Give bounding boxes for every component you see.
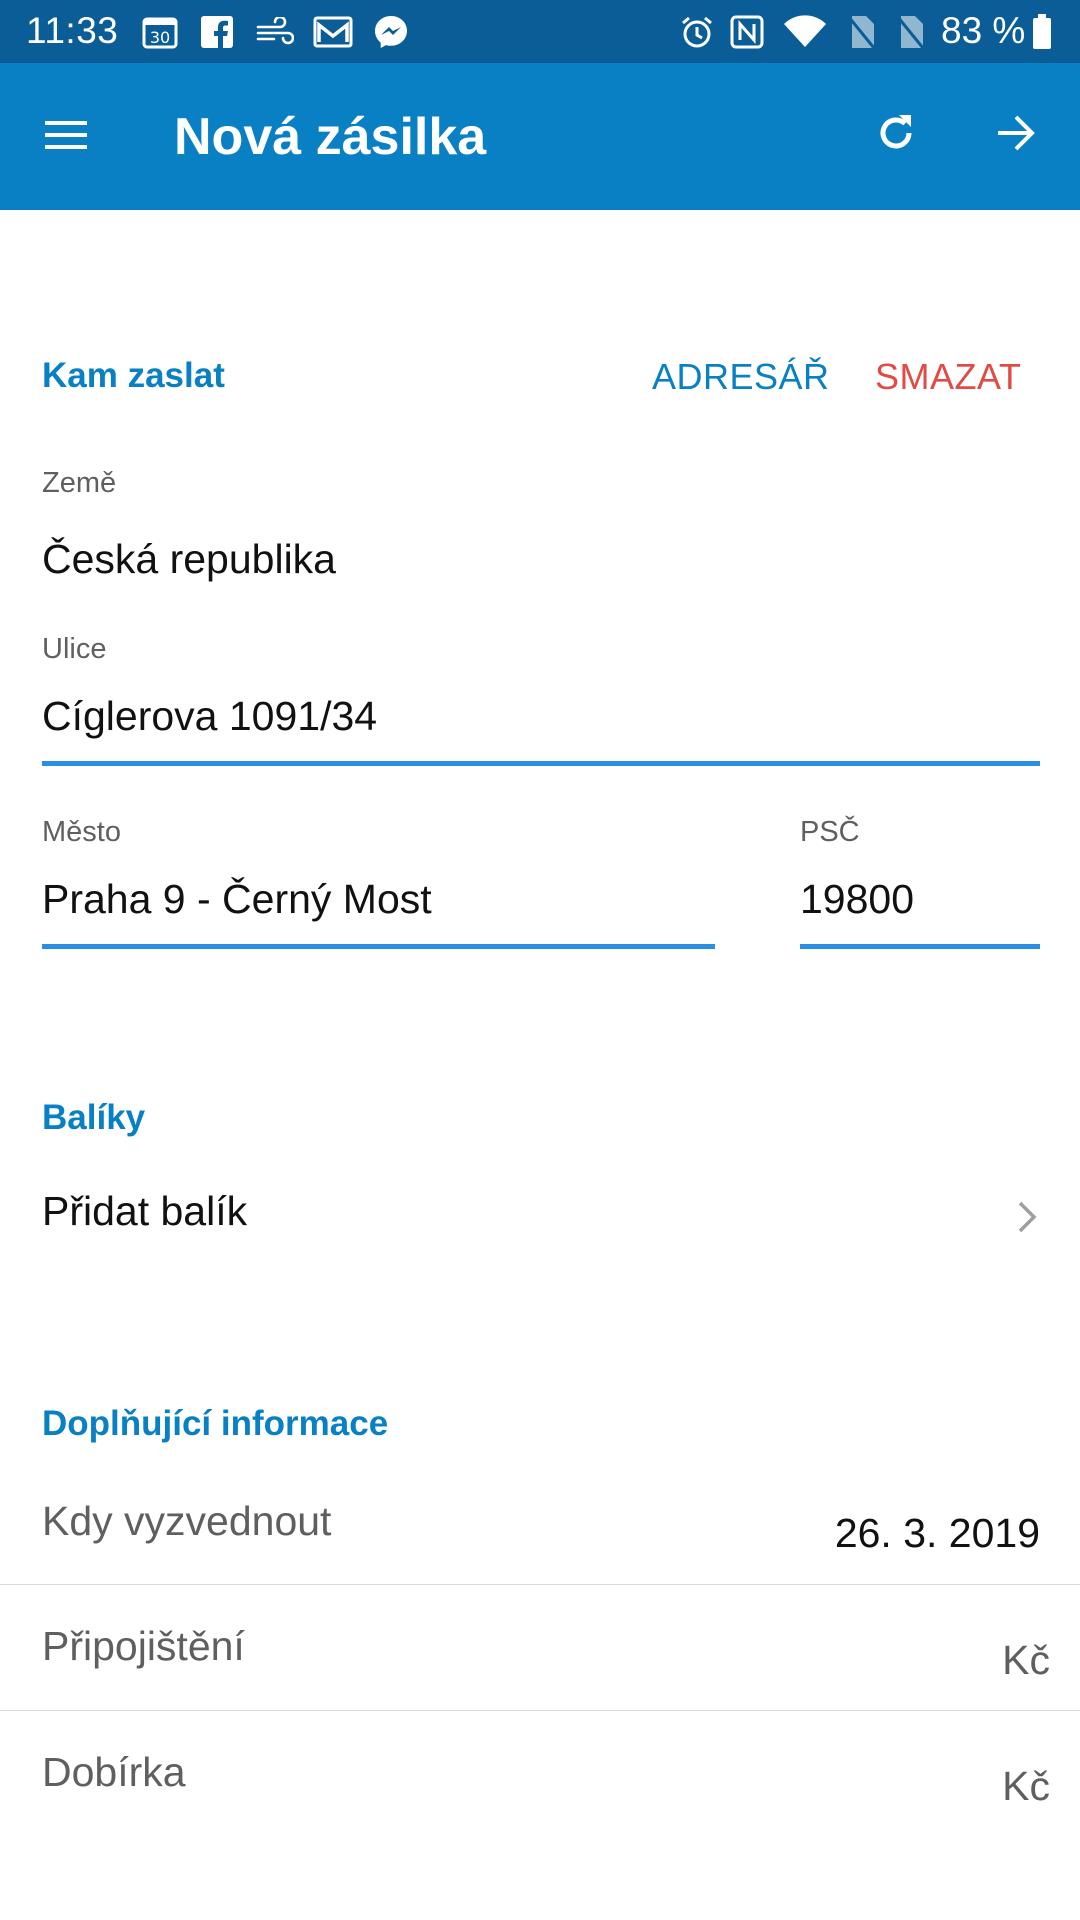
status-time: 11:33 bbox=[26, 10, 119, 51]
battery-icon bbox=[1030, 14, 1054, 50]
section-title-packages: Balíky bbox=[42, 1098, 146, 1137]
pickup-row[interactable]: Kdy vyzvednout 26. 3. 2019 bbox=[0, 1470, 1080, 1584]
city-label: Město bbox=[42, 816, 121, 848]
street-label: Ulice bbox=[42, 633, 107, 665]
messenger-icon bbox=[372, 14, 410, 50]
zip-label: PSČ bbox=[800, 816, 860, 848]
facebook-icon bbox=[199, 14, 235, 50]
wifi-icon bbox=[782, 14, 828, 50]
calendar-icon: 30 bbox=[140, 14, 180, 50]
insurance-unit: Kč bbox=[1002, 1637, 1050, 1683]
menu-button[interactable] bbox=[30, 101, 102, 173]
refresh-button[interactable] bbox=[860, 99, 932, 171]
street-field-underline bbox=[42, 761, 1040, 766]
app-bar: Nová zásilka bbox=[0, 63, 1080, 210]
status-bar: 11:33 30 83 % bbox=[0, 0, 1080, 63]
cod-unit: Kč bbox=[1002, 1763, 1050, 1809]
refresh-icon bbox=[873, 110, 919, 161]
no-sim-icon bbox=[844, 14, 878, 50]
cod-label: Dobírka bbox=[42, 1749, 186, 1795]
arrow-right-icon bbox=[996, 114, 1036, 157]
gmail-icon bbox=[312, 14, 354, 50]
section-title-destination: Kam zaslat bbox=[42, 356, 225, 395]
no-sim-icon bbox=[893, 14, 927, 50]
alarm-icon bbox=[678, 14, 716, 50]
city-field[interactable]: Praha 9 - Černý Most bbox=[42, 876, 432, 923]
app-title: Nová zásilka bbox=[174, 108, 487, 166]
menu-icon bbox=[45, 119, 87, 156]
pickup-label: Kdy vyzvednout bbox=[42, 1498, 332, 1544]
delete-button[interactable]: SMAZAT bbox=[875, 356, 1021, 398]
add-package-label: Přidat balík bbox=[42, 1188, 248, 1234]
country-label: Země bbox=[42, 467, 117, 499]
country-field[interactable]: Česká republika bbox=[42, 536, 336, 583]
street-field[interactable]: Cíglerova 1091/34 bbox=[42, 693, 377, 740]
insurance-row[interactable]: Připojištění Kč bbox=[0, 1585, 1080, 1710]
wind-icon bbox=[255, 14, 295, 50]
zip-field-underline bbox=[800, 944, 1040, 949]
section-title-additional: Doplňující informace bbox=[42, 1404, 389, 1443]
svg-text:30: 30 bbox=[150, 28, 170, 47]
add-package-row[interactable]: Přidat balík bbox=[0, 1160, 1080, 1270]
city-field-underline bbox=[42, 944, 715, 949]
insurance-label: Připojištění bbox=[42, 1623, 245, 1669]
next-button[interactable] bbox=[980, 99, 1052, 171]
address-book-button[interactable]: ADRESÁŘ bbox=[652, 356, 830, 398]
pickup-date: 26. 3. 2019 bbox=[834, 1510, 1040, 1556]
battery-percentage: 83 % bbox=[941, 10, 1026, 51]
cod-row[interactable]: Dobírka Kč bbox=[0, 1711, 1080, 1836]
nfc-icon bbox=[728, 14, 766, 50]
chevron-right-icon bbox=[1016, 1200, 1038, 1239]
zip-field[interactable]: 19800 bbox=[800, 876, 914, 923]
